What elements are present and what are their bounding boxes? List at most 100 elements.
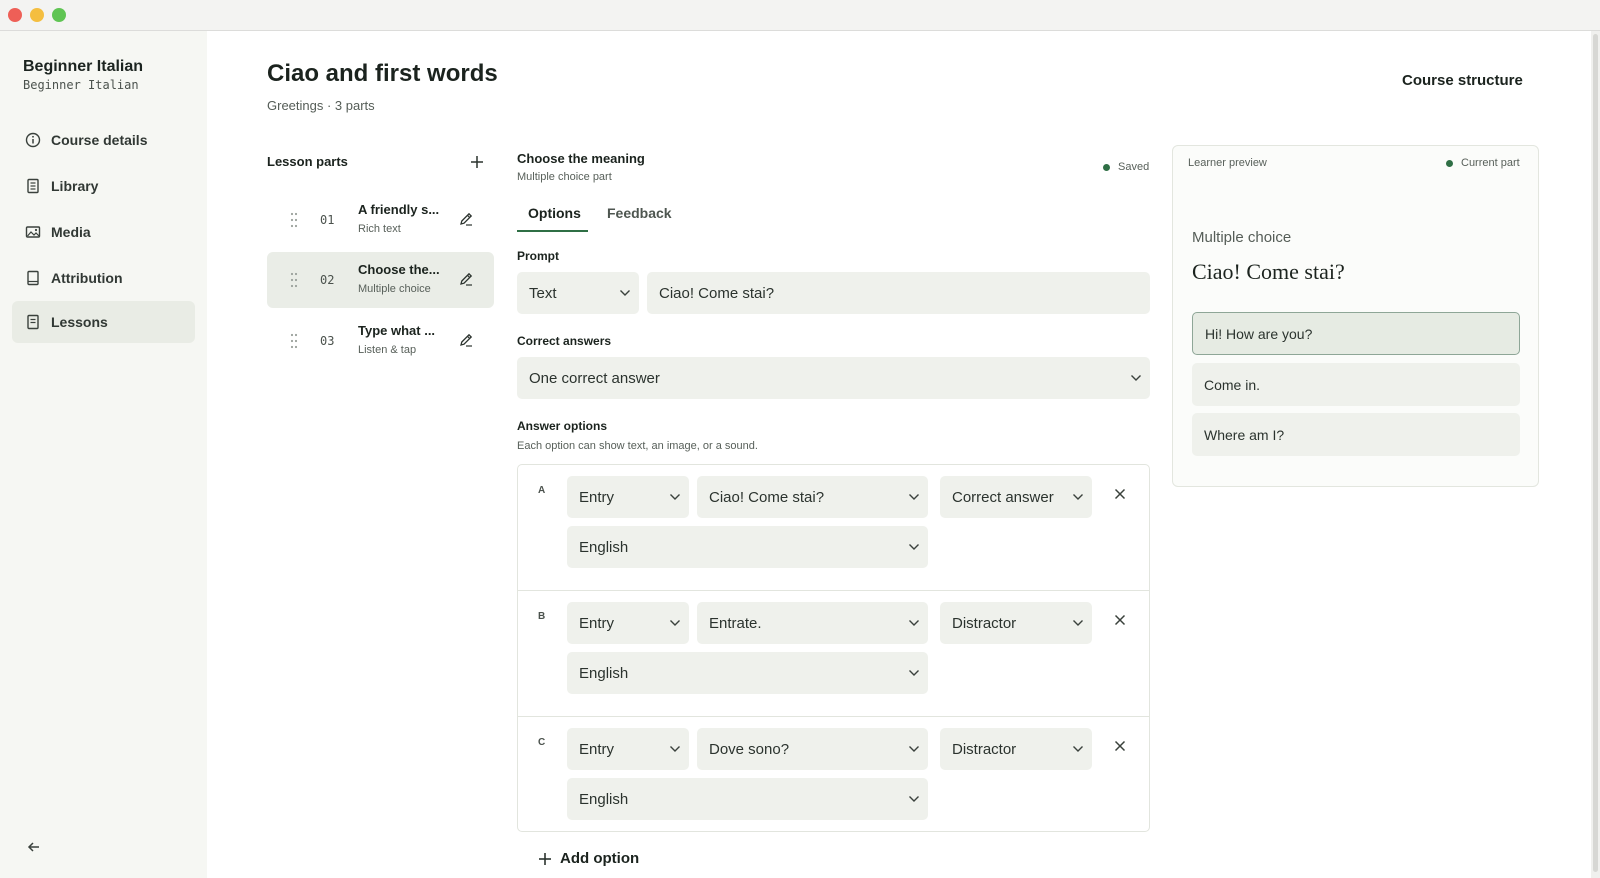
option-source-select[interactable]: Entry [567,728,689,770]
sidebar-item-media[interactable]: Media [12,211,195,253]
prompt-label: Prompt [517,249,559,263]
correct-answers-label: Correct answers [517,334,612,348]
add-option-button[interactable]: Add option [538,850,639,867]
sidebar-item-label: Course details [51,132,148,148]
prompt-type-select[interactable]: Text [517,272,639,314]
option-source-select[interactable]: Entry [567,602,689,644]
sidebar-item-lessons[interactable]: Lessons [12,301,195,343]
edit-part-button[interactable] [456,330,476,350]
notebook-icon [24,270,41,287]
info-icon [24,132,41,149]
preview-choice[interactable]: Hi! How are you? [1192,312,1520,355]
preview-choice[interactable]: Where am I? [1192,413,1520,456]
chevron-down-icon [1122,368,1150,388]
pencil-icon [460,272,473,286]
part-editor-title: Choose the meaning [517,151,645,166]
option-language-select[interactable]: English [567,778,928,820]
option-entry-value: Ciao! Come stai? [709,488,825,506]
option-entry-select[interactable]: Ciao! Come stai? [697,476,928,518]
zoom-window-button[interactable] [52,8,66,22]
option-role-select[interactable]: Distractor [940,602,1092,644]
edit-part-button[interactable] [456,269,476,289]
option-entry-value: Dove sono? [709,740,790,758]
option-role-value: Distractor [952,740,1017,758]
option-entry-select[interactable]: Dove sono? [697,728,928,770]
plus-icon [539,852,551,865]
sidebar-item-label: Lessons [51,314,108,330]
option-source-select[interactable]: Entry [567,476,689,518]
sidebar-item-course-details[interactable]: Course details [12,119,195,161]
tab-feedback[interactable]: Feedback [607,205,672,221]
remove-option-button[interactable] [1110,736,1130,756]
lesson-part-row[interactable]: 02 Choose the... Multiple choice [267,252,494,308]
part-number: 02 [320,273,335,287]
image-icon [24,224,41,241]
part-type: Multiple choice [358,283,431,295]
divider [518,590,1149,591]
option-language-value: English [579,664,629,682]
minimize-window-button[interactable] [30,8,44,22]
document-icon [24,314,41,331]
collapse-sidebar-button[interactable] [24,837,44,857]
lesson-part-row[interactable]: 03 Type what ... Listen & tap [267,313,494,369]
scrollbar-thumb[interactable] [1593,34,1598,872]
option-entry-select[interactable]: Entrate. [697,602,928,644]
chevron-down-icon [900,663,928,683]
drag-handle-icon[interactable] [289,270,299,290]
close-window-button[interactable] [8,8,22,22]
chevron-down-icon [1064,487,1092,507]
correct-answers-value: One correct answer [529,369,660,387]
plus-icon [471,156,483,168]
preview-question: Ciao! Come stai? [1192,259,1345,284]
chevron-down-icon [900,739,928,759]
option-source-value: Entry [579,740,615,758]
option-role-select[interactable]: Distractor [940,728,1092,770]
book-icon [24,178,41,195]
sidebar-item-library[interactable]: Library [12,165,195,207]
status-dot-icon [1446,159,1453,167]
active-tab-indicator [517,230,588,232]
chevron-down-icon [1064,739,1092,759]
course-structure-button[interactable]: Course structure [1402,72,1523,89]
chevron-down-icon [900,613,928,633]
close-icon [1114,614,1126,626]
chevron-down-icon [661,487,689,507]
drag-handle-icon[interactable] [289,331,299,351]
edit-part-button[interactable] [456,209,476,229]
correct-answers-select[interactable]: One correct answer [517,357,1150,399]
tab-options[interactable]: Options [528,205,581,221]
option-language-select[interactable]: English [567,526,928,568]
part-title: A friendly s... [358,202,440,217]
current-part-indicator: Current part [1446,157,1520,169]
option-language-value: English [579,538,629,556]
sidebar-item-attribution[interactable]: Attribution [12,257,195,299]
remove-option-button[interactable] [1110,610,1130,630]
part-type: Rich text [358,223,401,235]
option-language-value: English [579,790,629,808]
part-editor-subtitle: Multiple choice part [517,171,612,183]
course-subtitle: Beginner Italian [23,78,139,92]
chevron-down-icon [661,739,689,759]
remove-option-button[interactable] [1110,484,1130,504]
chevron-down-icon [900,487,928,507]
close-icon [1114,488,1126,500]
prompt-text-input[interactable]: Ciao! Come stai? [647,272,1150,314]
drag-handle-icon[interactable] [289,210,299,230]
close-icon [1114,740,1126,752]
option-language-select[interactable]: English [567,652,928,694]
part-number: 01 [320,213,335,227]
option-role-value: Correct answer [952,488,1054,506]
preview-choice[interactable]: Come in. [1192,363,1520,406]
option-letter: C [538,737,546,748]
part-title: Type what ... [358,323,436,338]
pencil-icon [460,333,473,347]
lesson-part-row[interactable]: 01 A friendly s... Rich text [267,192,494,248]
add-lesson-part-button[interactable] [467,152,487,172]
learner-preview-heading: Learner preview [1188,157,1267,169]
answer-options-hint: Each option can show text, an image, or … [517,440,758,452]
option-role-select[interactable]: Correct answer [940,476,1092,518]
preview-question-kind: Multiple choice [1192,229,1292,246]
option-entry-value: Entrate. [709,614,762,632]
option-letter: A [538,485,546,496]
course-title: Beginner Italian [23,58,144,75]
